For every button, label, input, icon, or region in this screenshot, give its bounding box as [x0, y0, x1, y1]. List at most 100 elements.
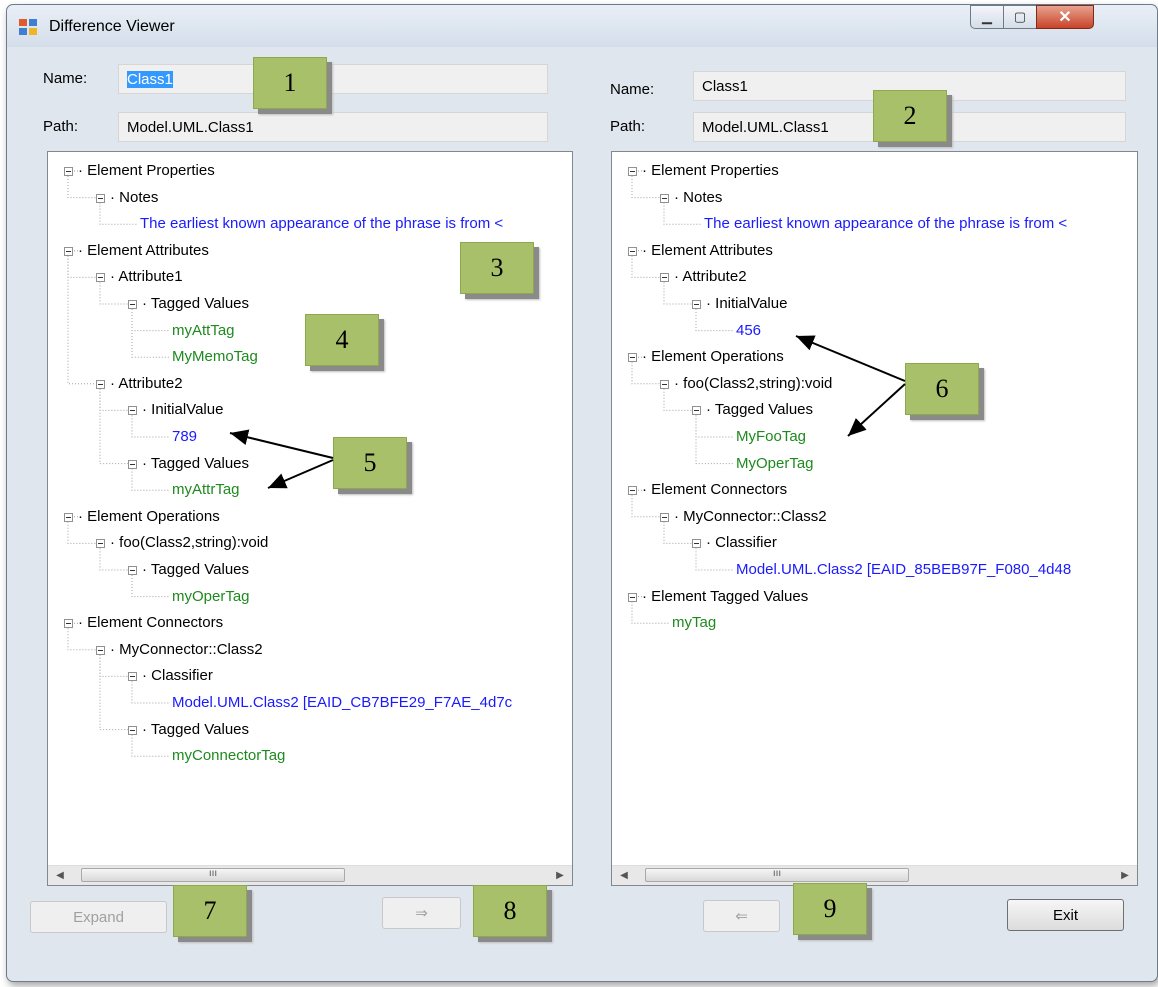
collapse-toggle-icon[interactable]	[628, 246, 637, 256]
arrow-right-icon: ⇒	[415, 905, 428, 922]
left-path-label: Path:	[43, 118, 79, 135]
collapse-toggle-icon[interactable]	[660, 512, 669, 522]
callout-2: 2	[873, 90, 947, 142]
tree-connector-line	[99, 654, 128, 731]
tree-node[interactable]: · Tagged Values	[142, 560, 249, 580]
collapse-toggle-icon[interactable]	[660, 379, 669, 389]
collapse-toggle-icon[interactable]	[128, 672, 137, 682]
collapse-toggle-icon[interactable]	[96, 379, 105, 389]
tree-node[interactable]: · Attribute1	[110, 267, 183, 287]
tree-node[interactable]: myConnectorTag	[172, 746, 285, 766]
tree-node[interactable]: · Element Connectors	[78, 613, 223, 633]
tree-node[interactable]: · Element Properties	[78, 161, 215, 181]
tree-node[interactable]: myTag	[672, 613, 716, 633]
tree-node[interactable]: · Classifier	[706, 533, 777, 553]
right-horizontal-scrollbar[interactable]: ◀ ııı ▶	[612, 865, 1137, 885]
callout-9: 9	[793, 883, 867, 935]
maximize-icon: ▢	[1013, 9, 1027, 24]
collapse-toggle-icon[interactable]	[692, 406, 701, 416]
collapse-toggle-icon[interactable]	[128, 459, 137, 469]
tree-node[interactable]: · Notes	[674, 188, 722, 208]
tree-node[interactable]: The earliest known appearance of the phr…	[140, 214, 503, 234]
left-scroll-thumb[interactable]: ııı	[81, 868, 345, 882]
left-name-field[interactable]: Class1	[118, 64, 548, 94]
tree-node[interactable]: · Notes	[110, 188, 158, 208]
tree-node[interactable]: · Element Properties	[642, 161, 779, 181]
scroll-left-arrow-icon[interactable]: ◀	[52, 868, 68, 883]
tree-node[interactable]: · Element Attributes	[642, 241, 773, 261]
left-path-field[interactable]: Model.UML.Class1	[118, 112, 548, 142]
collapse-toggle-icon[interactable]	[96, 193, 105, 203]
title-bar[interactable]: Difference Viewer ▁ ▢ ✕	[7, 5, 1157, 47]
collapse-toggle-icon[interactable]	[64, 167, 73, 176]
collapse-toggle-icon[interactable]	[692, 539, 701, 549]
tree-node[interactable]: · Tagged Values	[142, 720, 249, 740]
tree-node[interactable]: · foo(Class2,string):void	[674, 374, 832, 394]
tree-node[interactable]: myAttTag	[172, 321, 235, 341]
collapse-toggle-icon[interactable]	[128, 300, 137, 309]
tree-node[interactable]: · Tagged Values	[706, 400, 813, 420]
collapse-toggle-icon[interactable]	[96, 273, 105, 283]
tree-node[interactable]: · Element Attributes	[78, 241, 209, 261]
left-horizontal-scrollbar[interactable]: ◀ ııı ▶	[48, 865, 572, 885]
collapse-toggle-icon[interactable]	[64, 619, 73, 629]
tree-node[interactable]: · Attribute2	[674, 267, 747, 287]
collapse-toggle-icon[interactable]	[96, 645, 105, 655]
expand-button[interactable]: Expand	[30, 901, 167, 933]
tree-node[interactable]: The earliest known appearance of the phr…	[704, 214, 1067, 234]
collapse-toggle-icon[interactable]	[96, 539, 105, 549]
collapse-toggle-icon[interactable]	[128, 406, 137, 416]
left-name-value: Class1	[127, 71, 173, 88]
tree-node[interactable]: myOperTag	[172, 587, 250, 607]
tree-node[interactable]: · Element Operations	[78, 507, 220, 527]
scroll-left-arrow-icon[interactable]: ◀	[616, 868, 632, 883]
collapse-toggle-icon[interactable]	[628, 167, 637, 176]
tree-node[interactable]: · Classifier	[142, 666, 213, 686]
collapse-toggle-icon[interactable]	[128, 566, 137, 575]
tree-node[interactable]: · Element Tagged Values	[642, 587, 808, 607]
tree-node[interactable]: · InitialValue	[142, 400, 223, 420]
tree-node[interactable]: Model.UML.Class2 [EAID_CB7BFE29_F7AE_4d7…	[172, 693, 512, 713]
collapse-toggle-icon[interactable]	[64, 512, 73, 522]
scroll-right-arrow-icon[interactable]: ▶	[1117, 868, 1133, 883]
tree-connector-line	[695, 415, 734, 465]
scroll-right-arrow-icon[interactable]: ▶	[552, 868, 568, 883]
tree-connector-line	[131, 309, 170, 358]
callout-6: 6	[905, 363, 979, 415]
collapse-toggle-icon[interactable]	[128, 725, 137, 735]
tree-node[interactable]: · Attribute2	[110, 374, 183, 394]
collapse-toggle-icon[interactable]	[628, 353, 637, 363]
close-button[interactable]: ✕	[1036, 5, 1094, 29]
exit-button[interactable]: Exit	[1007, 899, 1124, 931]
maximize-button[interactable]: ▢	[1003, 5, 1037, 29]
tree-node[interactable]: MyMemoTag	[172, 347, 258, 367]
tree-node[interactable]: · foo(Class2,string):void	[110, 533, 268, 553]
tree-node[interactable]: MyFooTag	[736, 427, 806, 447]
tree-node[interactable]: · InitialValue	[706, 294, 787, 314]
tree-node[interactable]: myAttrTag	[172, 480, 240, 500]
tree-node[interactable]: Model.UML.Class2 [EAID_85BEB97F_F080_4d4…	[736, 560, 1071, 580]
right-path-label: Path:	[610, 118, 646, 135]
tree-connector-line	[99, 388, 128, 465]
collapse-toggle-icon[interactable]	[660, 193, 669, 203]
collapse-toggle-icon[interactable]	[628, 486, 637, 496]
collapse-toggle-icon[interactable]	[692, 300, 701, 309]
tree-node[interactable]: · Element Connectors	[642, 480, 787, 500]
collapse-toggle-icon[interactable]	[628, 592, 637, 602]
right-scroll-thumb[interactable]: ııı	[645, 868, 909, 882]
tree-node[interactable]: · Element Operations	[642, 347, 784, 367]
tree-node[interactable]: MyOperTag	[736, 454, 814, 474]
tree-node[interactable]: · Tagged Values	[142, 454, 249, 474]
tree-node[interactable]: · MyConnector::Class2	[110, 640, 263, 660]
tree-node[interactable]: · MyConnector::Class2	[674, 507, 827, 527]
callout-4: 4	[305, 314, 379, 366]
collapse-toggle-icon[interactable]	[64, 246, 73, 256]
right-tree-view[interactable]: ◀ ııı ▶ · Element Properties · Notes The e…	[611, 151, 1138, 886]
copy-to-left-button[interactable]: ⇐	[703, 900, 780, 932]
collapse-toggle-icon[interactable]	[660, 273, 669, 283]
tree-node[interactable]: · Tagged Values	[142, 294, 249, 314]
tree-node[interactable]: 789	[172, 427, 197, 447]
tree-node[interactable]: 456	[736, 321, 761, 341]
copy-to-right-button[interactable]: ⇒	[382, 897, 461, 929]
minimize-button[interactable]: ▁	[970, 5, 1004, 29]
